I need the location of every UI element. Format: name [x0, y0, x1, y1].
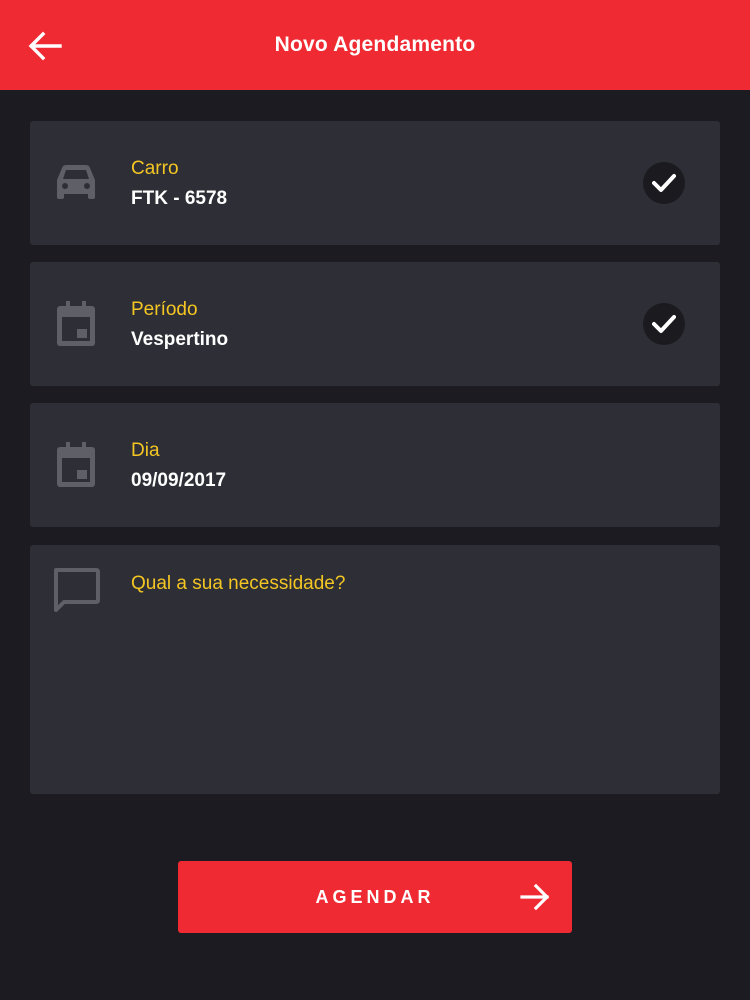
schedule-button-label: AGENDAR [315, 886, 435, 907]
car-value: FTK - 6578 [131, 188, 228, 209]
arrow-left-icon [28, 31, 62, 61]
period-value: Vespertino [131, 329, 229, 350]
day-value: 09/09/2017 [131, 470, 227, 491]
arrow-right-icon [520, 883, 550, 911]
app-bar: Novo Agendamento [0, 0, 750, 90]
car-field[interactable]: Carro FTK - 6578 [30, 121, 720, 245]
period-label: Período [131, 299, 198, 320]
chat-bubble-icon [52, 567, 100, 615]
day-field[interactable]: Dia 09/09/2017 [30, 403, 720, 527]
car-icon [52, 159, 100, 207]
need-input[interactable] [131, 573, 701, 773]
check-icon [652, 174, 676, 192]
car-confirmed-check [643, 162, 685, 204]
need-field[interactable] [30, 545, 720, 794]
back-button[interactable] [22, 24, 68, 68]
calendar-icon [52, 441, 100, 489]
period-field[interactable]: Período Vespertino [30, 262, 720, 386]
car-label: Carro [131, 158, 179, 179]
calendar-icon [52, 300, 100, 348]
day-label: Dia [131, 440, 160, 461]
schedule-button[interactable]: AGENDAR [178, 861, 572, 933]
page-title: Novo Agendamento [274, 33, 476, 56]
check-icon [652, 315, 676, 333]
period-confirmed-check [643, 303, 685, 345]
